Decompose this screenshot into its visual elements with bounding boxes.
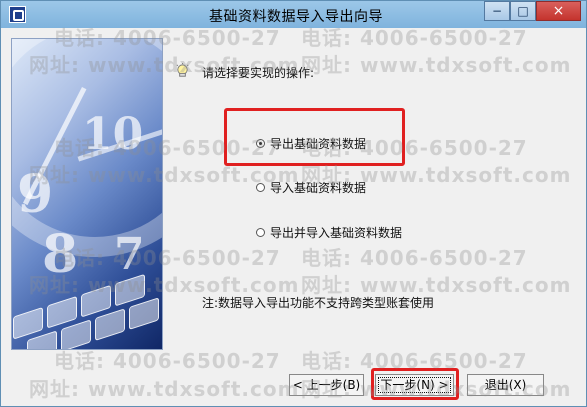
highlight-box (224, 108, 405, 166)
keyboard-key-graphic (95, 308, 125, 342)
clock-number-graphic: 9 (17, 164, 54, 225)
lightbulb-icon (176, 63, 189, 77)
prompt-label: 请选择要实现的操作: (202, 66, 315, 80)
clock-keyboard-image: 10 9 8 7 (11, 38, 163, 350)
import-option-label: 导入基础资料数据 (270, 180, 367, 195)
back-button[interactable]: < 上一步(B) (289, 374, 364, 396)
keyboard-key-graphic (61, 319, 91, 349)
keyboard-key-graphic (129, 297, 159, 330)
minimize-button[interactable]: − (484, 1, 510, 21)
app-icon[interactable] (9, 6, 26, 23)
title-bar: 基础资料数据导入导出向导 − □ × (1, 1, 586, 28)
wizard-window: 基础资料数据导入导出向导 − □ × 10 9 8 7 请选择要实现的操作: 导… (0, 0, 587, 407)
export-and-import-option[interactable]: 导出并导入基础资料数据 (256, 223, 402, 241)
window-title: 基础资料数据导入导出向导 (209, 9, 383, 25)
keyboard-key-graphic (115, 273, 145, 307)
exit-button[interactable]: 退出(X) (467, 374, 544, 396)
maximize-button[interactable]: □ (510, 1, 536, 21)
keyboard-key-graphic (81, 284, 111, 318)
keyboard-key-graphic (13, 306, 43, 340)
radio-icon[interactable] (256, 182, 265, 192)
radio-icon[interactable] (256, 227, 265, 237)
import-option[interactable]: 导入基础资料数据 (256, 178, 366, 196)
compatibility-note: 注:数据导入导出功能不支持跨类型账套使用 (202, 296, 435, 310)
keyboard-graphic (12, 249, 162, 349)
close-icon[interactable]: × (536, 1, 581, 21)
highlight-box (371, 368, 459, 400)
keyboard-key-graphic (47, 295, 77, 329)
clock-number-graphic: 10 (82, 109, 144, 160)
export-and-import-option-label: 导出并导入基础资料数据 (270, 225, 403, 240)
clock-number-graphic: 8 (42, 224, 79, 285)
